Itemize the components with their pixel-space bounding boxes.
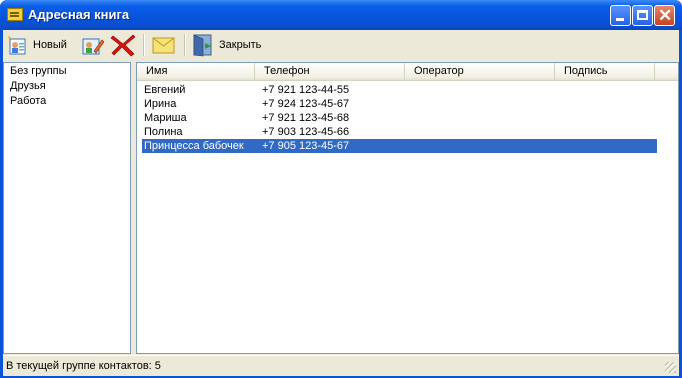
table-row-selected[interactable]: Принцесса бабочек +7 905 123-45-67 <box>142 139 657 153</box>
close-app-button[interactable]: Закрыть <box>192 32 261 58</box>
maximize-button[interactable] <box>632 5 653 26</box>
toolbar-separator <box>184 34 186 56</box>
new-contact-icon <box>7 35 26 55</box>
column-header-operator[interactable]: Оператор <box>405 63 555 80</box>
column-header-signature[interactable]: Подпись <box>555 63 655 80</box>
contact-phone: +7 905 123-45-67 <box>262 140 350 152</box>
contact-phone: +7 921 123-45-68 <box>262 112 350 124</box>
new-contact-label: Новый <box>33 39 67 51</box>
contact-phone: +7 924 123-45-67 <box>262 98 350 110</box>
edit-contact-icon <box>82 38 104 55</box>
close-app-label: Закрыть <box>219 39 262 51</box>
minimize-button[interactable] <box>610 5 631 26</box>
column-header-phone[interactable]: Телефон <box>255 63 405 80</box>
resize-grip-icon[interactable] <box>665 362 676 373</box>
send-mail-button[interactable] <box>151 32 177 58</box>
contact-name: Евгений <box>144 84 186 96</box>
group-item[interactable]: Работа <box>10 95 46 107</box>
group-list[interactable]: Без группы Друзья Работа <box>3 62 131 354</box>
minimize-icon <box>616 18 624 21</box>
contact-name: Полина <box>144 126 183 138</box>
toolbar: Новый Закрыть <box>3 30 679 60</box>
client-area: Новый Закрыть Без группы Друзья Работа И… <box>3 30 679 376</box>
group-item-selected[interactable]: Друзья <box>10 80 46 92</box>
mail-icon <box>152 37 175 54</box>
table-row[interactable]: Мариша +7 921 123-45-68 <box>142 111 657 125</box>
contact-name: Принцесса бабочек <box>144 140 244 152</box>
close-window-button[interactable]: ✕ <box>654 5 675 26</box>
edit-contact-button[interactable] <box>80 32 104 58</box>
contact-phone: +7 903 123-45-66 <box>262 126 350 138</box>
delete-contact-button[interactable] <box>110 32 136 58</box>
window-title: Адресная книга <box>28 7 130 22</box>
address-book-icon <box>7 8 23 21</box>
status-text: В текущей группе контактов: 5 <box>6 360 161 372</box>
table-row[interactable]: Евгений +7 921 123-44-55 <box>142 83 657 97</box>
delete-icon <box>110 34 136 57</box>
new-contact-button[interactable]: Новый <box>7 32 67 58</box>
exit-door-icon <box>193 34 212 57</box>
contact-name: Ирина <box>144 98 177 110</box>
column-header-name[interactable]: Имя <box>137 63 255 80</box>
group-item[interactable]: Без группы <box>10 65 67 77</box>
close-icon: ✕ <box>658 6 673 25</box>
contact-phone: +7 921 123-44-55 <box>262 84 350 96</box>
toolbar-separator <box>143 34 145 56</box>
status-bar: В текущей группе контактов: 5 <box>3 355 679 376</box>
maximize-icon <box>637 10 648 20</box>
column-header: Имя Телефон Оператор Подпись <box>137 63 678 81</box>
title-bar[interactable]: Адресная книга ✕ <box>0 0 682 30</box>
contact-name: Мариша <box>144 112 187 124</box>
contacts-list[interactable]: Имя Телефон Оператор Подпись Евгений +7 … <box>136 62 679 354</box>
table-row[interactable]: Полина +7 903 123-45-66 <box>142 125 657 139</box>
table-row[interactable]: Ирина +7 924 123-45-67 <box>142 97 657 111</box>
app-window: Адресная книга ✕ Новый Закрыть Без групп… <box>0 0 682 378</box>
